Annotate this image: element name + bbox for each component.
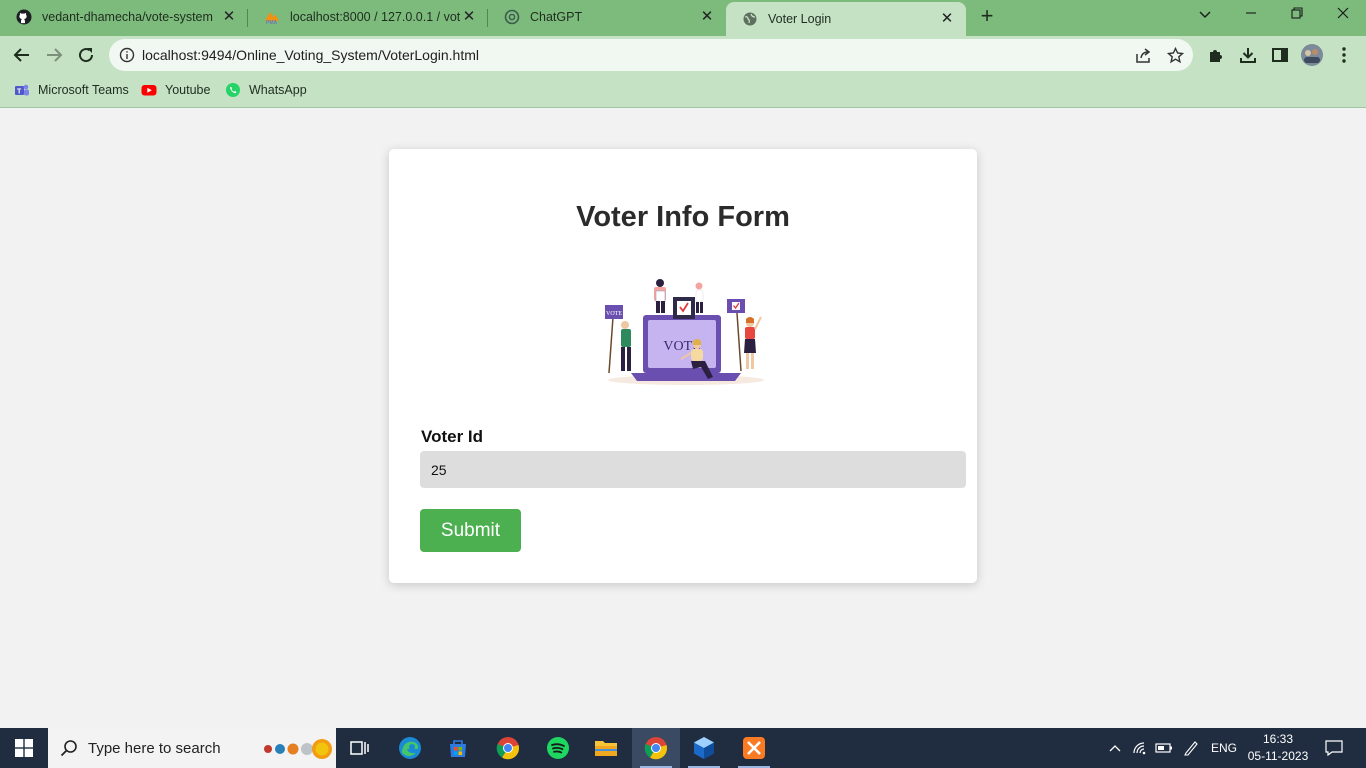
youtube-icon [141,82,157,98]
close-window-button[interactable] [1320,0,1366,32]
start-button[interactable] [0,728,48,768]
xampp-icon[interactable] [730,728,778,768]
close-tab-icon[interactable]: ✕ [698,8,716,26]
download-icon[interactable] [1238,45,1258,65]
close-tab-icon[interactable]: ✕ [938,10,956,28]
reload-button[interactable] [74,43,98,67]
tab-voter-login[interactable]: Voter Login ✕ [726,2,966,36]
bookmark-label: Youtube [165,83,211,97]
tab-title: localhost:8000 / 127.0.0.1 / vote [290,10,460,24]
tab-github[interactable]: vedant-dhamecha/vote-system ✕ [0,0,248,34]
back-button[interactable] [10,43,34,67]
chrome-icon[interactable] [484,728,532,768]
voter-id-label: Voter Id [421,427,484,446]
search-icon [60,739,78,757]
bookmark-star-icon[interactable] [1166,46,1185,64]
windows-taskbar: Type here to search ENG 16:33 05-11-2023 [0,728,1366,768]
chrome-active-icon[interactable] [632,728,680,768]
address-bar[interactable]: localhost:9494/Online_Voting_System/Vote… [109,39,1193,71]
battery-icon[interactable] [1152,728,1176,768]
voting-illustration: VOTE VOTE [605,279,764,385]
clock-date: 05-11-2023 [1247,749,1309,763]
bookmark-label: Microsoft Teams [38,83,129,97]
file-explorer-icon[interactable] [582,728,630,768]
sign-vote-text: VOTE [606,311,622,317]
network-icon[interactable] [1128,728,1152,768]
url-text: localhost:9494/Online_Voting_System/Vote… [142,47,479,63]
tab-strip: vedant-dhamecha/vote-system ✕ PMA localh… [0,0,1366,36]
clock-time: 16:33 [1262,732,1294,746]
microsoft-store-icon[interactable] [434,728,482,768]
clock[interactable]: 16:33 05-11-2023 [1240,731,1316,765]
minimize-button[interactable] [1228,0,1274,32]
bookmark-microsoft-teams[interactable]: T Microsoft Teams [14,82,129,98]
edge-icon[interactable] [386,728,434,768]
tab-title: Voter Login [768,12,832,26]
tab-phpmyadmin[interactable]: PMA localhost:8000 / 127.0.0.1 / vote ✕ [248,0,488,34]
globe-icon [742,11,758,27]
browser-toolbar: localhost:9494/Online_Voting_System/Vote… [0,36,1366,74]
bookmark-label: WhatsApp [249,83,307,97]
task-view-icon[interactable] [336,728,384,768]
tab-title: ChatGPT [530,10,583,24]
voter-id-input[interactable] [420,451,966,488]
bookmarks-bar: T Microsoft Teams Youtube WhatsApp [0,74,1366,108]
chatgpt-icon [504,9,520,25]
svg-text:T: T [17,89,22,96]
tab-chatgpt[interactable]: ChatGPT ✕ [488,0,726,34]
teams-icon: T [14,82,30,98]
close-tab-icon[interactable]: ✕ [460,8,478,26]
language-indicator[interactable]: ENG [1208,728,1240,768]
github-icon [16,9,32,25]
forward-button[interactable] [42,43,66,67]
netbeans-icon[interactable] [680,728,728,768]
bookmark-whatsapp[interactable]: WhatsApp [225,82,307,98]
pen-icon[interactable] [1178,728,1204,768]
show-hidden-icons-icon[interactable] [1104,728,1126,768]
side-panel-icon[interactable] [1270,45,1290,65]
whatsapp-icon [225,82,241,98]
page-title: Voter Info Form [576,201,790,233]
tab-title: vedant-dhamecha/vote-system [42,10,213,24]
windows-logo-icon [15,739,33,757]
svg-text:PMA: PMA [266,20,278,25]
profile-avatar[interactable] [1300,43,1324,67]
close-tab-icon[interactable]: ✕ [220,8,238,26]
submit-button[interactable]: Submit [420,509,521,552]
phpmyadmin-icon: PMA [264,9,280,25]
share-icon[interactable] [1135,47,1152,64]
restore-button[interactable] [1274,0,1320,32]
voter-form-card: Voter Info Form VOTE VOTE Voter Id 25 Su… [389,149,977,583]
menu-icon[interactable] [1334,45,1354,65]
spotify-icon[interactable] [534,728,582,768]
tab-search-icon[interactable] [1182,0,1228,32]
info-icon[interactable] [119,47,135,63]
taskbar-search-box[interactable]: Type here to search [48,728,336,768]
extensions-icon[interactable] [1206,45,1226,65]
search-placeholder: Type here to search [88,739,221,757]
bookmark-youtube[interactable]: Youtube [141,82,210,98]
search-highlight-planets-icon [264,739,332,759]
notifications-icon[interactable] [1318,728,1350,768]
new-tab-button[interactable]: + [975,5,999,29]
